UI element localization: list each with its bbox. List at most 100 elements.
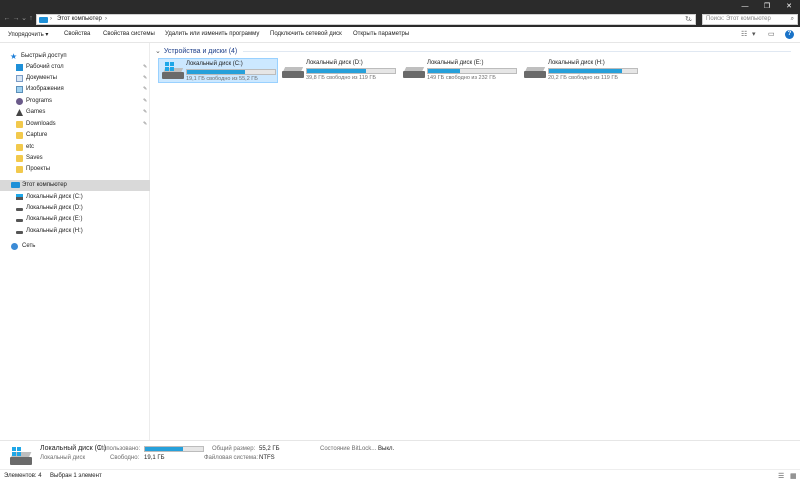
sidebar-item-downloads[interactable]: Downloads ✎ <box>0 119 150 130</box>
folder-icon <box>16 132 23 139</box>
details-bitlocker-label: Состояние BitLock... <box>320 446 377 452</box>
sidebar-item-drive-h[interactable]: Локальный диск (H:) <box>0 226 150 237</box>
sidebar-item-label: Games <box>26 109 46 115</box>
this-pc-icon <box>39 17 48 23</box>
status-bar: Элементов: 4 Выбран 1 элемент ☰ ▦ <box>0 469 800 481</box>
drive-tile-c[interactable]: Локальный диск (C:) 19,1 ГБ свободно из … <box>158 58 278 83</box>
sidebar-item-drive-e[interactable]: Локальный диск (E:) <box>0 214 150 225</box>
system-drive-icon <box>10 447 32 465</box>
breadcrumb-this-pc[interactable]: Этот компьютер <box>57 16 102 22</box>
sidebar-item-this-pc[interactable]: Этот компьютер <box>0 180 150 191</box>
sidebar-item-capture[interactable]: Capture <box>0 130 150 141</box>
drive-icon <box>282 66 304 78</box>
change-view-icon[interactable]: ☷ <box>741 30 747 38</box>
close-button[interactable]: ✕ <box>778 0 800 12</box>
this-pc-icon <box>11 182 20 188</box>
details-view-icon[interactable]: ☰ <box>778 472 784 480</box>
help-icon[interactable]: ? <box>785 30 794 39</box>
sidebar-item-drive-c[interactable]: Локальный диск (C:) <box>0 192 150 203</box>
drive-name: Локальный диск (E:) <box>427 60 484 66</box>
sidebar-item-label: Capture <box>26 132 48 138</box>
sidebar-item-label: Проекты <box>26 166 51 172</box>
search-input[interactable]: Поиск: Этот компьютер ⌕ <box>702 14 798 25</box>
games-icon <box>16 109 23 116</box>
system-drive-icon <box>16 194 23 200</box>
details-bitlocker-value: Выкл. <box>378 446 395 452</box>
breadcrumb-separator-icon[interactable]: › <box>50 16 52 22</box>
details-usage-bar <box>144 446 204 452</box>
drive-tile-e[interactable]: Локальный диск (E:) 149 ГБ свободно из 2… <box>400 58 520 83</box>
group-title: Устройства и диски (4) <box>163 48 238 55</box>
drive-space-info: 39,8 ГБ свободно из 119 ГБ <box>306 75 376 81</box>
sidebar-item-drive-d[interactable]: Локальный диск (D:) <box>0 203 150 214</box>
documents-icon <box>16 75 23 82</box>
address-bar[interactable]: › Этот компьютер › ⌄ <box>36 14 696 25</box>
details-total-value: 55,2 ГБ <box>259 446 280 452</box>
sidebar-item-projects[interactable]: Проекты <box>0 164 150 175</box>
sidebar-item-programs[interactable]: Programs ✎ <box>0 96 150 107</box>
maximize-button[interactable]: ❐ <box>756 0 778 12</box>
drive-icon <box>16 208 23 211</box>
sidebar-item-quick-access[interactable]: ★ Быстрый доступ <box>0 51 150 62</box>
sidebar-item-label: Локальный диск (E:) <box>26 216 83 222</box>
drive-tile-h[interactable]: Локальный диск (H:) 20,2 ГБ свободно из … <box>521 58 641 83</box>
star-icon: ★ <box>10 52 18 61</box>
breadcrumb-chevron-icon[interactable]: › <box>105 16 107 22</box>
pin-icon[interactable]: ✎ <box>143 98 147 104</box>
back-button[interactable]: ← <box>3 15 11 23</box>
chevron-down-icon[interactable]: ⌄ <box>155 48 161 55</box>
item-count: Элементов: 4 <box>4 473 42 479</box>
sidebar-item-saves[interactable]: Saves <box>0 153 150 164</box>
drive-icon <box>524 66 546 78</box>
title-bar: — ❐ ✕ <box>0 0 800 12</box>
command-bar: Упорядочить ▾ Свойства Свойства системы … <box>0 27 800 43</box>
desktop-icon <box>16 64 23 71</box>
uninstall-program-button[interactable]: Удалить или изменить программу <box>165 31 259 37</box>
drive-space-info: 19,1 ГБ свободно из 55,2 ГБ <box>186 76 258 82</box>
view-dropdown-icon[interactable]: ▾ <box>752 30 756 38</box>
address-row: ← → ⌄ ↑ › Этот компьютер › ⌄ ↻ Поиск: Эт… <box>0 12 800 27</box>
sidebar-item-label: Downloads <box>26 121 56 127</box>
sidebar-item-etc[interactable]: etc <box>0 142 150 153</box>
drive-icon <box>16 231 23 234</box>
details-used-label: Использовано: <box>99 446 141 452</box>
drive-icon <box>16 219 23 222</box>
pin-icon[interactable]: ✎ <box>143 86 147 92</box>
sidebar-item-documents[interactable]: Документы ✎ <box>0 73 150 84</box>
pin-icon[interactable]: ✎ <box>143 64 147 70</box>
details-total-label: Общий размер: <box>212 446 256 452</box>
sidebar-item-network[interactable]: Сеть <box>0 241 150 252</box>
drive-name: Локальный диск (C:) <box>186 61 243 67</box>
organize-button[interactable]: Упорядочить ▾ <box>8 31 48 38</box>
drive-space-info: 149 ГБ свободно из 232 ГБ <box>427 75 496 81</box>
refresh-icon[interactable]: ↻ <box>685 15 691 23</box>
search-icon: ⌕ <box>790 16 794 22</box>
sidebar-item-label: Этот компьютер <box>22 182 67 188</box>
folder-icon <box>16 166 23 173</box>
minimize-button[interactable]: — <box>734 0 756 12</box>
forward-button[interactable]: → <box>12 15 20 23</box>
map-network-drive-button[interactable]: Подключить сетевой диск <box>270 31 342 37</box>
up-button[interactable]: ↑ <box>27 15 35 23</box>
sidebar-item-games[interactable]: Games ✎ <box>0 107 150 118</box>
sidebar-item-pictures[interactable]: Изображения ✎ <box>0 84 150 95</box>
system-properties-button[interactable]: Свойства системы <box>103 31 155 37</box>
sidebar-item-label: Изображения <box>26 86 64 92</box>
preview-pane-icon[interactable]: ▭ <box>768 30 775 38</box>
network-icon <box>11 243 18 250</box>
group-header-devices[interactable]: ⌄ Устройства и диски (4) <box>155 47 237 55</box>
sidebar-item-desktop[interactable]: Рабочий стол ✎ <box>0 62 150 73</box>
details-fs-value: NTFS <box>259 455 275 461</box>
pin-icon[interactable]: ✎ <box>143 75 147 81</box>
drive-usage-bar <box>186 69 276 75</box>
search-placeholder: Поиск: Этот компьютер <box>706 16 771 22</box>
properties-button[interactable]: Свойства <box>64 31 90 37</box>
open-settings-button[interactable]: Открыть параметры <box>353 31 409 37</box>
tiles-view-icon[interactable]: ▦ <box>790 472 797 480</box>
drive-usage-bar <box>427 68 517 74</box>
drive-tile-d[interactable]: Локальный диск (D:) 39,8 ГБ свободно из … <box>279 58 399 83</box>
details-drive-name: Локальный диск (C:) <box>40 445 107 452</box>
pin-icon[interactable]: ✎ <box>143 109 147 115</box>
pin-icon[interactable]: ✎ <box>143 121 147 127</box>
drive-space-info: 20,2 ГБ свободно из 119 ГБ <box>548 75 618 81</box>
